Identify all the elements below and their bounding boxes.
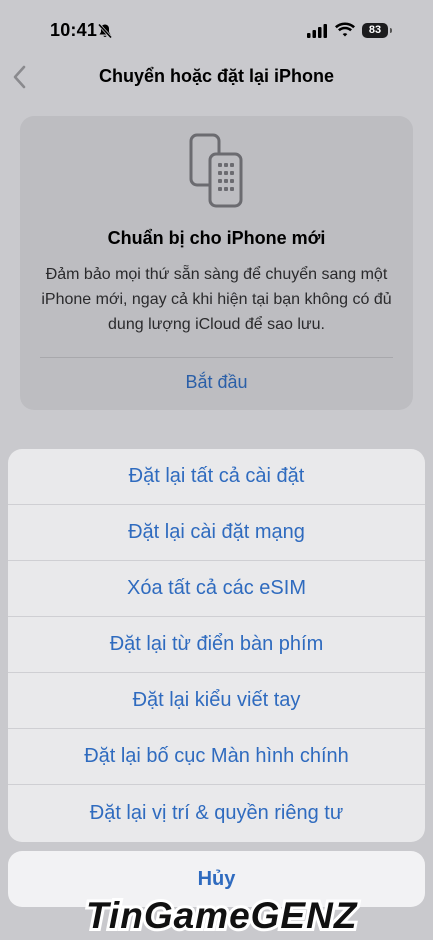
page-title: Chuyển hoặc đặt lại iPhone <box>98 66 335 86</box>
wifi-icon <box>335 22 355 37</box>
navigation-bar: Chuyển hoặc đặt lại iPhone <box>0 60 433 96</box>
reset-handwriting-button[interactable]: Đặt lại kiểu viết tay <box>8 673 425 729</box>
transfer-phones-icon <box>189 133 243 208</box>
reset-all-settings-button[interactable]: Đặt lại tất cả cài đặt <box>8 449 425 505</box>
reset-action-sheet: Đặt lại tất cả cài đặt Đặt lại cài đặt m… <box>8 449 425 842</box>
battery-cap <box>390 28 392 33</box>
status-time: 10:41 <box>50 20 98 40</box>
divider <box>40 357 393 358</box>
reset-home-screen-layout-button[interactable]: Đặt lại bố cục Màn hình chính <box>8 729 425 785</box>
card-title: Chuẩn bị cho iPhone mới <box>107 228 326 248</box>
prepare-new-iphone-card: Chuẩn bị cho iPhone mới Đảm bảo mọi thứ … <box>20 116 413 410</box>
reset-network-settings-button[interactable]: Đặt lại cài đặt mạng <box>8 505 425 561</box>
delete-all-esims-button[interactable]: Xóa tất cả các eSIM <box>8 561 425 617</box>
card-description: Đảm bảo mọi thứ sẵn sàng để chuyển sang … <box>41 266 392 333</box>
battery-indicator: 83 <box>362 23 388 38</box>
cellular-signal-icon <box>307 24 327 38</box>
cancel-button[interactable]: Hủy <box>8 851 425 907</box>
status-bar: 10:41 83 <box>0 0 433 60</box>
reset-location-privacy-button[interactable]: Đặt lại vị trí & quyền riêng tư <box>8 785 425 841</box>
get-started-button[interactable]: Bắt đầu <box>20 372 413 393</box>
bell-slash-icon <box>97 23 113 39</box>
reset-keyboard-dictionary-button[interactable]: Đặt lại từ điển bàn phím <box>8 617 425 673</box>
